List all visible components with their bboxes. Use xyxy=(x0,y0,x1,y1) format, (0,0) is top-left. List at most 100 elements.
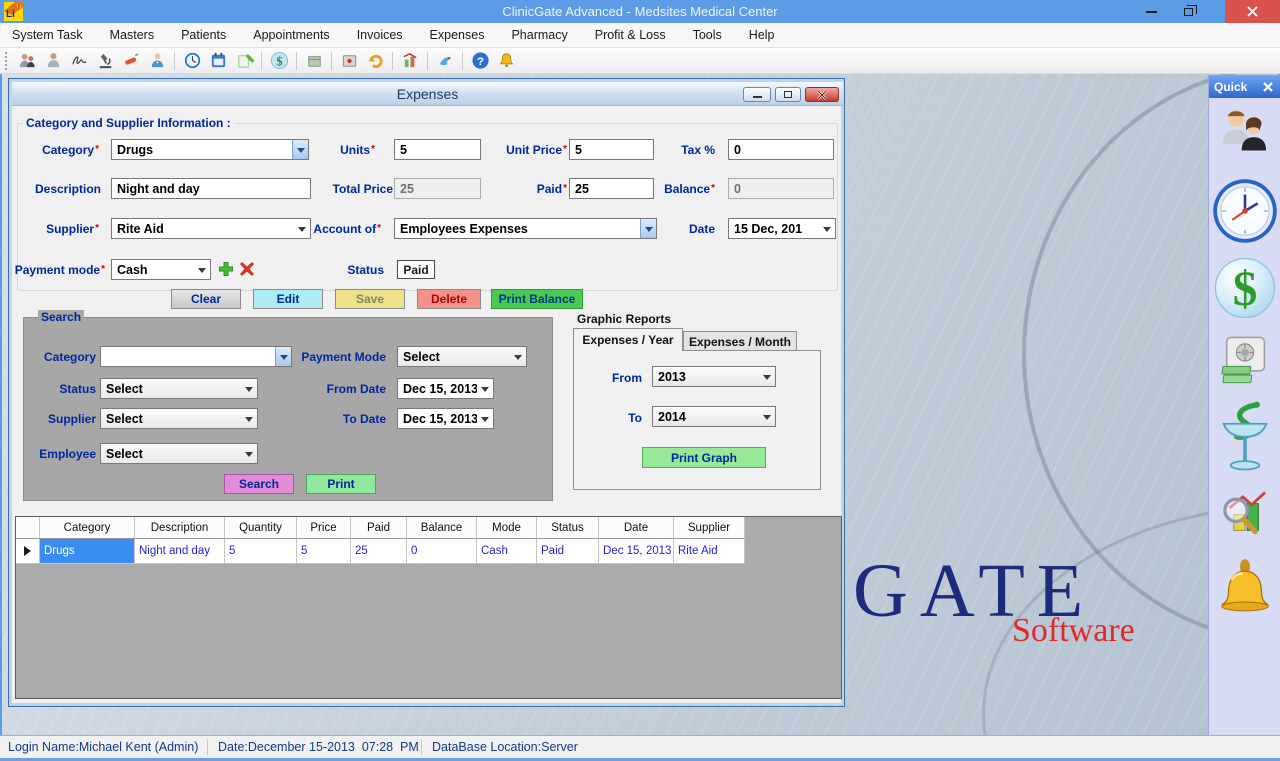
prescription-icon[interactable] xyxy=(231,50,257,72)
dialog-minimize-button[interactable] xyxy=(743,87,771,102)
description-input[interactable]: Night and day xyxy=(111,178,311,199)
delete-button[interactable]: Delete xyxy=(417,289,481,309)
toolbar-separator xyxy=(427,52,428,70)
menu-invoices[interactable]: Invoices xyxy=(357,28,403,42)
dialog-titlebar[interactable]: Expenses xyxy=(12,82,843,106)
grid-col-date[interactable]: Date xyxy=(599,517,674,539)
graph-to-combo[interactable]: 2014 xyxy=(652,406,776,427)
grid-col-category[interactable]: Category xyxy=(40,517,135,539)
grid-col-balance[interactable]: Balance xyxy=(407,517,477,539)
quick-panel-header[interactable]: Quick xyxy=(1209,75,1280,98)
quick-clock-icon[interactable] xyxy=(1212,178,1278,244)
tab-expenses-year[interactable]: Expenses / Year xyxy=(573,328,683,351)
package-icon[interactable] xyxy=(301,50,327,72)
cell-status[interactable]: Paid xyxy=(537,539,599,564)
toolbar-grip[interactable] xyxy=(4,52,9,70)
quick-bell-icon[interactable] xyxy=(1216,558,1274,624)
payment-mode-label: Payment mode* xyxy=(11,260,105,280)
cell-paid[interactable]: 25 xyxy=(351,539,407,564)
menu-system-task[interactable]: System Task xyxy=(12,28,83,42)
menu-profit-loss[interactable]: Profit & Loss xyxy=(595,28,666,42)
graph-from-combo[interactable]: 2013 xyxy=(652,366,776,387)
dialog-close-button[interactable] xyxy=(805,87,839,102)
search-from-date-combo[interactable]: Dec 15, 2013 xyxy=(397,378,494,399)
quick-close-button[interactable] xyxy=(1260,79,1276,95)
bird-icon[interactable] xyxy=(432,50,458,72)
syringe-icon[interactable] xyxy=(118,50,144,72)
doctor-icon[interactable] xyxy=(144,50,170,72)
menu-masters[interactable]: Masters xyxy=(110,28,154,42)
patient-icon[interactable] xyxy=(40,50,66,72)
print-balance-button[interactable]: Print Balance xyxy=(491,289,583,309)
row-selector[interactable] xyxy=(16,539,40,564)
units-input[interactable]: 5 xyxy=(394,139,481,160)
quick-reports-icon[interactable] xyxy=(1216,488,1274,546)
chart-icon[interactable] xyxy=(397,50,423,72)
bell-icon[interactable] xyxy=(493,50,519,72)
supplier-combo[interactable]: Rite Aid xyxy=(111,218,311,239)
search-button[interactable]: Search xyxy=(224,474,294,494)
clear-button[interactable]: Clear xyxy=(171,289,241,309)
cell-supplier[interactable]: Rite Aid xyxy=(674,539,745,564)
money-icon[interactable]: $ xyxy=(266,50,292,72)
grid-col-price[interactable]: Price xyxy=(297,517,351,539)
undo-icon[interactable] xyxy=(362,50,388,72)
grid-col-paid[interactable]: Paid xyxy=(351,517,407,539)
grid-col-mode[interactable]: Mode xyxy=(477,517,537,539)
account-of-combo[interactable]: Employees Expenses xyxy=(394,218,657,239)
dialog-maximize-button[interactable] xyxy=(775,87,801,102)
grid-col-description[interactable]: Description xyxy=(135,517,225,539)
menu-pharmacy[interactable]: Pharmacy xyxy=(511,28,567,42)
quick-patients-icon[interactable] xyxy=(1216,104,1274,166)
cell-date[interactable]: Dec 15, 2013 xyxy=(599,539,674,564)
unit-price-input[interactable]: 5 xyxy=(569,139,654,160)
search-supplier-combo[interactable]: Select xyxy=(100,408,258,429)
grid-col-supplier[interactable]: Supplier xyxy=(674,517,745,539)
clock-icon[interactable] xyxy=(179,50,205,72)
category-combo[interactable]: Drugs xyxy=(111,139,309,160)
cell-balance[interactable]: 0 xyxy=(407,539,477,564)
grid-col-quantity[interactable]: Quantity xyxy=(225,517,297,539)
delete-payment-mode-icon[interactable] xyxy=(239,261,255,277)
cashbox-icon[interactable] xyxy=(336,50,362,72)
search-to-date-combo[interactable]: Dec 15, 2013 xyxy=(397,408,494,429)
signature-icon[interactable] xyxy=(66,50,92,72)
menu-help[interactable]: Help xyxy=(749,28,775,42)
print-graph-button[interactable]: Print Graph xyxy=(642,447,766,468)
patients-icon[interactable] xyxy=(14,50,40,72)
cell-price[interactable]: 5 xyxy=(297,539,351,564)
restore-button[interactable] xyxy=(1172,0,1204,23)
cell-description[interactable]: Night and day xyxy=(135,539,225,564)
help-icon[interactable]: ? xyxy=(467,50,493,72)
grid-col-status[interactable]: Status xyxy=(537,517,599,539)
quick-pharmacy-icon[interactable] xyxy=(1214,400,1276,476)
edit-button[interactable]: Edit xyxy=(253,289,323,309)
menu-tools[interactable]: Tools xyxy=(693,28,722,42)
menu-expenses[interactable]: Expenses xyxy=(430,28,485,42)
print-button[interactable]: Print xyxy=(306,474,376,494)
calendar-icon[interactable] xyxy=(205,50,231,72)
tab-expenses-month[interactable]: Expenses / Month xyxy=(683,331,797,351)
save-button[interactable]: Save xyxy=(335,289,405,309)
minimize-button[interactable] xyxy=(1136,0,1166,23)
cell-quantity[interactable]: 5 xyxy=(225,539,297,564)
date-combo[interactable]: 15 Dec, 201 xyxy=(728,218,836,239)
cell-category[interactable]: Drugs xyxy=(40,539,135,564)
menu-appointments[interactable]: Appointments xyxy=(253,28,329,42)
payment-mode-combo[interactable]: Cash xyxy=(111,259,211,280)
expenses-grid: Category Description Quantity Price Paid… xyxy=(15,516,842,699)
chevron-down-icon xyxy=(477,409,493,428)
search-category-combo[interactable] xyxy=(100,346,292,367)
search-employee-combo[interactable]: Select xyxy=(100,443,258,464)
tax-input[interactable]: 0 xyxy=(728,139,834,160)
quick-safe-icon[interactable] xyxy=(1217,332,1273,388)
menu-patients[interactable]: Patients xyxy=(181,28,226,42)
add-payment-mode-icon[interactable] xyxy=(218,261,234,277)
close-button[interactable] xyxy=(1225,0,1280,23)
quick-money-icon[interactable]: $ xyxy=(1213,256,1277,320)
cell-mode[interactable]: Cash xyxy=(477,539,537,564)
search-payment-mode-combo[interactable]: Select xyxy=(397,346,527,367)
microscope-icon[interactable] xyxy=(92,50,118,72)
search-status-combo[interactable]: Select xyxy=(100,378,258,399)
grid-data-row[interactable]: Drugs Night and day 5 5 25 0 Cash Paid D… xyxy=(16,539,745,564)
